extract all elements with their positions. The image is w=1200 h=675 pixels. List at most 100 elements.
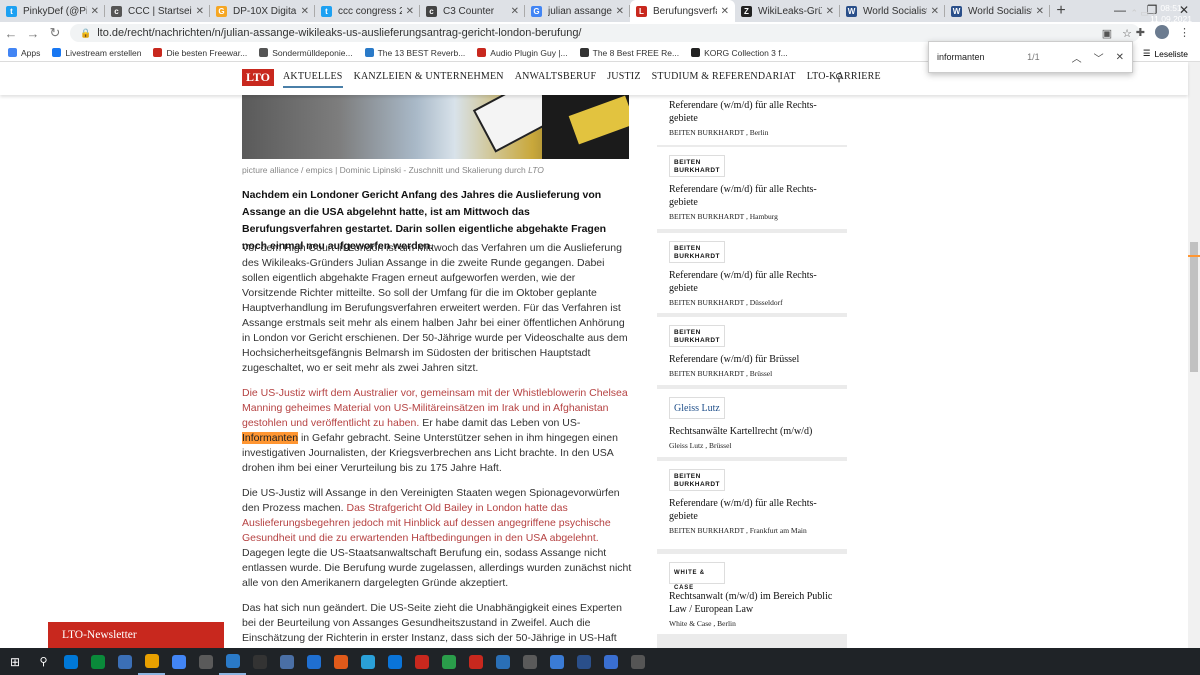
bookmark-item[interactable]: Sondermülldeponie... (259, 48, 353, 58)
job-title[interactable]: Referendare (w/m/d) für alle Rechts-gebi… (669, 497, 839, 523)
bookmark-item[interactable]: Livestream erstellen (52, 48, 141, 58)
job-title[interactable]: Referendare (w/m/d) für alle Rechts-gebi… (669, 269, 839, 295)
menu-item[interactable]: LTO-KARRIERE (807, 71, 881, 88)
taskbar-app-icon[interactable] (570, 648, 597, 675)
browser-tab[interactable]: Gjulian assange beru ✕ (525, 0, 630, 22)
tab-close-icon[interactable]: ✕ (511, 6, 519, 17)
clock[interactable]: 08:51 11.09.2021 (1150, 3, 1192, 25)
tab-favicon-icon: t (6, 5, 17, 17)
bookmark-item[interactable]: Apps (8, 48, 40, 58)
menu-item[interactable]: JUSTIZ (607, 71, 640, 88)
menu-icon[interactable]: ⋮ (1179, 26, 1190, 39)
tab-close-icon[interactable]: ✕ (91, 6, 99, 17)
search-icon[interactable]: ⚲ (835, 71, 843, 84)
find-prev-icon[interactable]: ︿ (1072, 50, 1082, 65)
taskbar-app-icon[interactable] (543, 648, 570, 675)
taskbar-app-icon[interactable] (192, 648, 219, 675)
new-tab-button[interactable]: + (1050, 0, 1072, 22)
bookmark-item[interactable]: The 8 Best FREE Re... (579, 48, 679, 58)
bookmark-label: Audio Plugin Guy |... (490, 47, 568, 58)
menu-item[interactable]: AKTUELLES (283, 71, 343, 88)
forward-icon[interactable]: → (22, 26, 44, 41)
taskbar-app-icon[interactable] (327, 648, 354, 675)
browser-tab[interactable]: t PinkyDef (@PinkyD ✕ (0, 0, 105, 22)
bookmark-item[interactable]: KORG Collection 3 f... (691, 48, 788, 58)
scrollbar-thumb[interactable] (1190, 242, 1198, 372)
taskbar-app-icon[interactable] (273, 648, 300, 675)
taskbar-app-icon[interactable] (597, 648, 624, 675)
extensions-icon[interactable]: ✚ (1136, 26, 1145, 39)
bookmark-star-icon[interactable]: ☆ (1122, 27, 1132, 40)
job-title[interactable]: Referendare (w/m/d) für Brüssel (669, 353, 839, 366)
tab-close-icon[interactable]: ✕ (826, 6, 834, 17)
taskbar-app-icon[interactable] (300, 648, 327, 675)
newsletter-button[interactable]: LTO-Newsletter (48, 622, 224, 648)
job-card[interactable]: BEITEN BURKHARDT Referendare (w/m/d) für … (657, 233, 847, 313)
bookmark-item[interactable]: Die besten Freewar... (153, 48, 247, 58)
taskbar-app-icon[interactable] (435, 648, 462, 675)
job-card[interactable]: BEITEN BURKHARDT Referendare (w/m/d) für … (657, 461, 847, 549)
browser-tab[interactable]: W World Socialist We ✕ (945, 0, 1050, 22)
taskbar-app-icon[interactable] (219, 648, 246, 675)
tab-close-icon[interactable]: ✕ (196, 6, 204, 17)
browser-tab[interactable]: t ccc congress 2021 ✕ (315, 0, 420, 22)
app-glyph-icon (306, 654, 321, 669)
job-title[interactable]: Referendare (w/m/d) für alle Rechts-gebi… (669, 183, 839, 209)
taskbar-app-icon[interactable] (138, 648, 165, 675)
bookmark-item[interactable]: The 13 BEST Reverb... (364, 48, 465, 58)
job-title[interactable]: Referendare (w/m/d) für alle Rechts-gebi… (669, 99, 839, 125)
job-card[interactable]: Referendare (w/m/d) für alle Rechts-gebi… (657, 95, 847, 145)
tab-close-icon[interactable]: ✕ (721, 6, 729, 17)
taskbar-app-icon[interactable] (84, 648, 111, 675)
browser-tab[interactable]: c C3 Counter ✕ (420, 0, 525, 22)
menu-item[interactable]: STUDIUM & REFERENDARIAT (652, 71, 796, 88)
taskbar-app-icon[interactable] (111, 648, 138, 675)
taskbar-app-icon[interactable] (165, 648, 192, 675)
start-icon[interactable]: ⊞ (0, 655, 30, 669)
browser-tab[interactable]: Z WikiLeaks-Gründe ✕ (735, 0, 840, 22)
tab-close-icon[interactable]: ✕ (406, 6, 414, 17)
app-glyph-icon (549, 654, 564, 669)
taskbar-app-icon[interactable] (246, 648, 273, 675)
tab-close-icon[interactable]: ✕ (616, 6, 624, 17)
find-close-icon[interactable]: ✕ (1116, 52, 1124, 63)
job-title[interactable]: Rechtsanwalt (m/w/d) im Bereich Public L… (669, 590, 839, 616)
job-card[interactable]: Gleiss Lutz Rechtsanwälte Kartellrecht (m… (657, 389, 847, 457)
search-icon[interactable]: ⚲ (30, 648, 57, 675)
job-card[interactable]: BEITEN BURKHARDT Referendare (w/m/d) für … (657, 317, 847, 385)
browser-tab[interactable]: W World Socialist We ✕ (840, 0, 945, 22)
profile-avatar[interactable] (1155, 25, 1169, 39)
page-scrollbar[interactable] (1188, 62, 1200, 648)
url-text[interactable]: lto.de/recht/nachrichten/n/julian-assang… (97, 27, 1102, 39)
page-icon[interactable]: ▣ (1102, 27, 1112, 40)
browser-tab[interactable]: G DP-10X Digitalpian ✕ (210, 0, 315, 22)
find-input[interactable]: informanten (937, 52, 1027, 62)
taskbar-app-icon[interactable] (381, 648, 408, 675)
taskbar-app-icon[interactable] (354, 648, 381, 675)
tab-close-icon[interactable]: ✕ (301, 6, 309, 17)
bookmark-label: Die besten Freewar... (166, 47, 248, 58)
job-card[interactable]: BEITEN BURKHARDT Referendare (w/m/d) für … (657, 147, 847, 229)
bookmark-item[interactable]: Audio Plugin Guy |... (477, 47, 568, 58)
job-card[interactable]: WHITE & CASE Rechtsanwalt (m/w/d) im Bere… (657, 554, 847, 634)
reading-list[interactable]: ☰ Leseliste (1143, 48, 1188, 59)
tab-close-icon[interactable]: ✕ (1036, 6, 1044, 17)
back-icon[interactable]: ← (0, 26, 22, 41)
address-bar[interactable]: 🔒 lto.de/recht/nachrichten/n/julian-assa… (70, 24, 1140, 42)
taskbar-app-icon[interactable] (462, 648, 489, 675)
browser-tab[interactable]: L Berufungsverfahre ✕ (630, 0, 735, 22)
job-title[interactable]: Rechtsanwälte Kartellrecht (m/w/d) (669, 425, 839, 438)
browser-tab[interactable]: c CCC | Startseite ✕ (105, 0, 210, 22)
taskbar-app-icon[interactable] (516, 648, 543, 675)
taskbar-app-icon[interactable] (489, 648, 516, 675)
taskbar-app-icon[interactable] (57, 648, 84, 675)
taskbar-app-icon[interactable] (408, 648, 435, 675)
menu-item[interactable]: ANWALTSBERUF (515, 71, 597, 88)
menu-item[interactable]: KANZLEIEN & UNTERNEHMEN (354, 71, 504, 88)
bookmark-favicon-icon (153, 48, 163, 57)
taskbar-app-icon[interactable] (624, 648, 651, 675)
lto-logo[interactable]: LTO (242, 69, 274, 86)
find-next-icon[interactable]: ﹀ (1094, 50, 1104, 65)
reload-icon[interactable]: ↻ (44, 25, 66, 41)
tab-close-icon[interactable]: ✕ (931, 6, 939, 17)
